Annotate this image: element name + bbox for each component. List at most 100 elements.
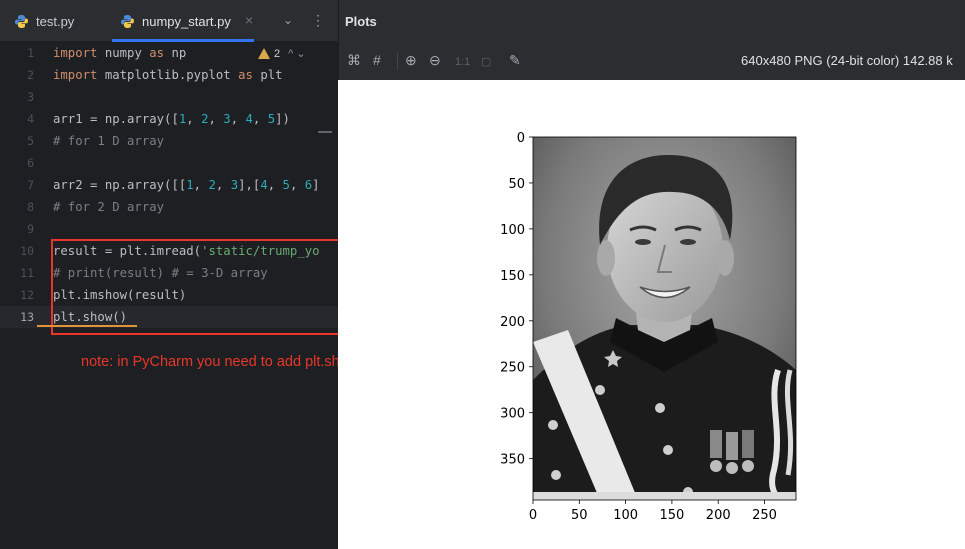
code-token: ]) bbox=[275, 112, 290, 126]
y-tick-label: 0 bbox=[517, 131, 525, 146]
python-file-icon bbox=[14, 14, 29, 29]
y-tick-label: 150 bbox=[500, 269, 525, 284]
code-token: , bbox=[267, 178, 283, 192]
code-line[interactable]: 2 import matplotlib.pyplot as plt bbox=[0, 64, 338, 86]
code-token: plt bbox=[260, 68, 283, 82]
x-tick-label: 150 bbox=[659, 508, 684, 523]
code-line[interactable]: 6 bbox=[0, 152, 338, 174]
plots-panel: Plots ⌘ # ⊕ ⊖ 1:1 ▢ ✎ 640x480 PNG (24-bi… bbox=[338, 0, 965, 549]
tab-label: test.py bbox=[36, 13, 75, 29]
x-tick-label: 0 bbox=[529, 508, 537, 523]
y-tick-label: 350 bbox=[500, 453, 525, 468]
python-file-icon bbox=[120, 14, 135, 29]
code-token: , bbox=[193, 178, 209, 192]
fit-zoom-icon[interactable]: ▢ bbox=[481, 54, 491, 70]
editor-tab-bar: test.py numpy_start.py × ⌄ ⋮ bbox=[0, 0, 338, 42]
code-token: 3 bbox=[230, 178, 239, 192]
x-tick-label: 250 bbox=[752, 508, 777, 523]
plots-toolbar: ⌘ # ⊕ ⊖ 1:1 ▢ ✎ 640x480 PNG (24-bit colo… bbox=[338, 42, 965, 80]
plots-header: Plots bbox=[338, 0, 965, 42]
plots-title: Plots bbox=[345, 14, 377, 29]
grid-icon[interactable]: # bbox=[373, 52, 381, 68]
line-number: 4 bbox=[27, 112, 34, 126]
code-token: , bbox=[252, 112, 268, 126]
code-token: , bbox=[186, 112, 202, 126]
code-token: np bbox=[171, 46, 187, 60]
line-code: import numpy as np bbox=[53, 42, 186, 64]
code-line[interactable]: 1 import numpy as np bbox=[0, 42, 338, 64]
code-line[interactable]: 5 # for 1 D array bbox=[0, 130, 338, 152]
line-number: 13 bbox=[20, 310, 34, 324]
zoom-in-icon[interactable]: ⊕ bbox=[405, 52, 417, 68]
image-info: 640x480 PNG (24-bit color) 142.88 k bbox=[741, 53, 953, 68]
line-code: # for 1 D array bbox=[53, 130, 164, 152]
code-token: , bbox=[215, 178, 231, 192]
code-token: 4 bbox=[260, 178, 268, 192]
code-line[interactable]: 7 arr2 = np.array([[1, 2, 3],[4, 5, 6] bbox=[0, 174, 338, 196]
plot-canvas[interactable]: 0 50 100 150 200 250 0 50 100 150 200 250 300 350 bbox=[338, 80, 965, 549]
code-line[interactable]: 4 arr1 = np.array([1, 2, 3, 4, 5]) bbox=[0, 108, 338, 130]
line-code: # for 2 D array bbox=[53, 196, 164, 218]
line-number: 2 bbox=[27, 68, 34, 82]
zoom-out-icon[interactable]: ⊖ bbox=[429, 52, 441, 68]
code-token: 5 bbox=[282, 178, 290, 192]
y-tick-label: 250 bbox=[500, 361, 525, 376]
annotation-underline bbox=[37, 325, 137, 327]
code-token: 1 bbox=[186, 178, 194, 192]
code-token: as bbox=[238, 68, 261, 82]
line-number: 9 bbox=[27, 222, 34, 236]
code-token: , bbox=[289, 178, 305, 192]
y-tick-label: 200 bbox=[500, 315, 525, 330]
line-number: 5 bbox=[27, 134, 34, 148]
line-number: 11 bbox=[20, 266, 34, 280]
code-line[interactable]: 9 bbox=[0, 218, 338, 240]
tab-list-chevron-icon[interactable]: ⌄ bbox=[283, 12, 293, 28]
code-token: ] bbox=[312, 178, 320, 192]
code-token: arr1 = np.array([ bbox=[53, 112, 179, 126]
line-number: 3 bbox=[27, 90, 34, 104]
y-tick-label: 50 bbox=[508, 177, 525, 192]
color-picker-icon[interactable]: ✎ bbox=[509, 52, 521, 68]
code-token: , bbox=[230, 112, 246, 126]
x-tick-label: 200 bbox=[706, 508, 731, 523]
line-code: arr1 = np.array([1, 2, 3, 4, 5]) bbox=[53, 108, 290, 130]
code-token: ],[ bbox=[238, 178, 261, 192]
code-token: numpy bbox=[104, 46, 150, 60]
more-actions-icon[interactable]: ⋮ bbox=[311, 12, 325, 28]
code-token: 4 bbox=[245, 112, 253, 126]
code-token: 3 bbox=[223, 112, 231, 126]
highlight-box bbox=[51, 239, 373, 335]
toolbar-divider bbox=[397, 52, 398, 70]
x-tick-label: 100 bbox=[613, 508, 638, 523]
code-line[interactable]: 3 bbox=[0, 86, 338, 108]
y-tick-label: 300 bbox=[500, 407, 525, 422]
code-token: import bbox=[53, 68, 105, 82]
line-number: 12 bbox=[20, 288, 34, 302]
tab-label: numpy_start.py bbox=[142, 13, 231, 29]
code-editor[interactable]: test.py numpy_start.py × ⌄ ⋮ 2 ^ ⌄ 1 impo… bbox=[0, 0, 373, 549]
line-number: 1 bbox=[27, 46, 34, 60]
x-tick-label: 50 bbox=[571, 508, 588, 523]
code-token: as bbox=[149, 46, 172, 60]
fit-screen-icon[interactable]: ⌘ bbox=[347, 52, 361, 68]
code-line[interactable]: 8 # for 2 D array bbox=[0, 196, 338, 218]
plot-figure: 0 50 100 150 200 250 0 50 100 150 200 250 300 350 bbox=[500, 131, 797, 523]
portrait-image bbox=[533, 137, 796, 500]
annotation-note: note: in PyCharm you need to add plt.sho… bbox=[81, 354, 368, 370]
code-token: # for 1 D array bbox=[53, 134, 165, 148]
close-tab-icon[interactable]: × bbox=[245, 12, 253, 28]
tab-test-py[interactable]: test.py bbox=[14, 0, 74, 42]
actual-size-icon[interactable]: 1:1 bbox=[455, 54, 470, 70]
code-token: arr2 = np.array([[ bbox=[53, 178, 187, 192]
code-token: import bbox=[53, 46, 105, 60]
line-code: arr2 = np.array([[1, 2, 3],[4, 5, 6] bbox=[53, 174, 320, 196]
line-number: 7 bbox=[27, 178, 34, 192]
y-tick-label: 100 bbox=[500, 223, 525, 238]
line-code: import matplotlib.pyplot as plt bbox=[53, 64, 283, 86]
code-token: matplotlib.pyplot bbox=[104, 68, 239, 82]
line-number: 6 bbox=[27, 156, 34, 170]
tab-numpy-start-py[interactable]: numpy_start.py bbox=[120, 0, 231, 42]
code-token: 2 bbox=[208, 178, 216, 192]
line-number: 10 bbox=[20, 244, 34, 258]
code-token: # for 2 D array bbox=[53, 200, 165, 214]
